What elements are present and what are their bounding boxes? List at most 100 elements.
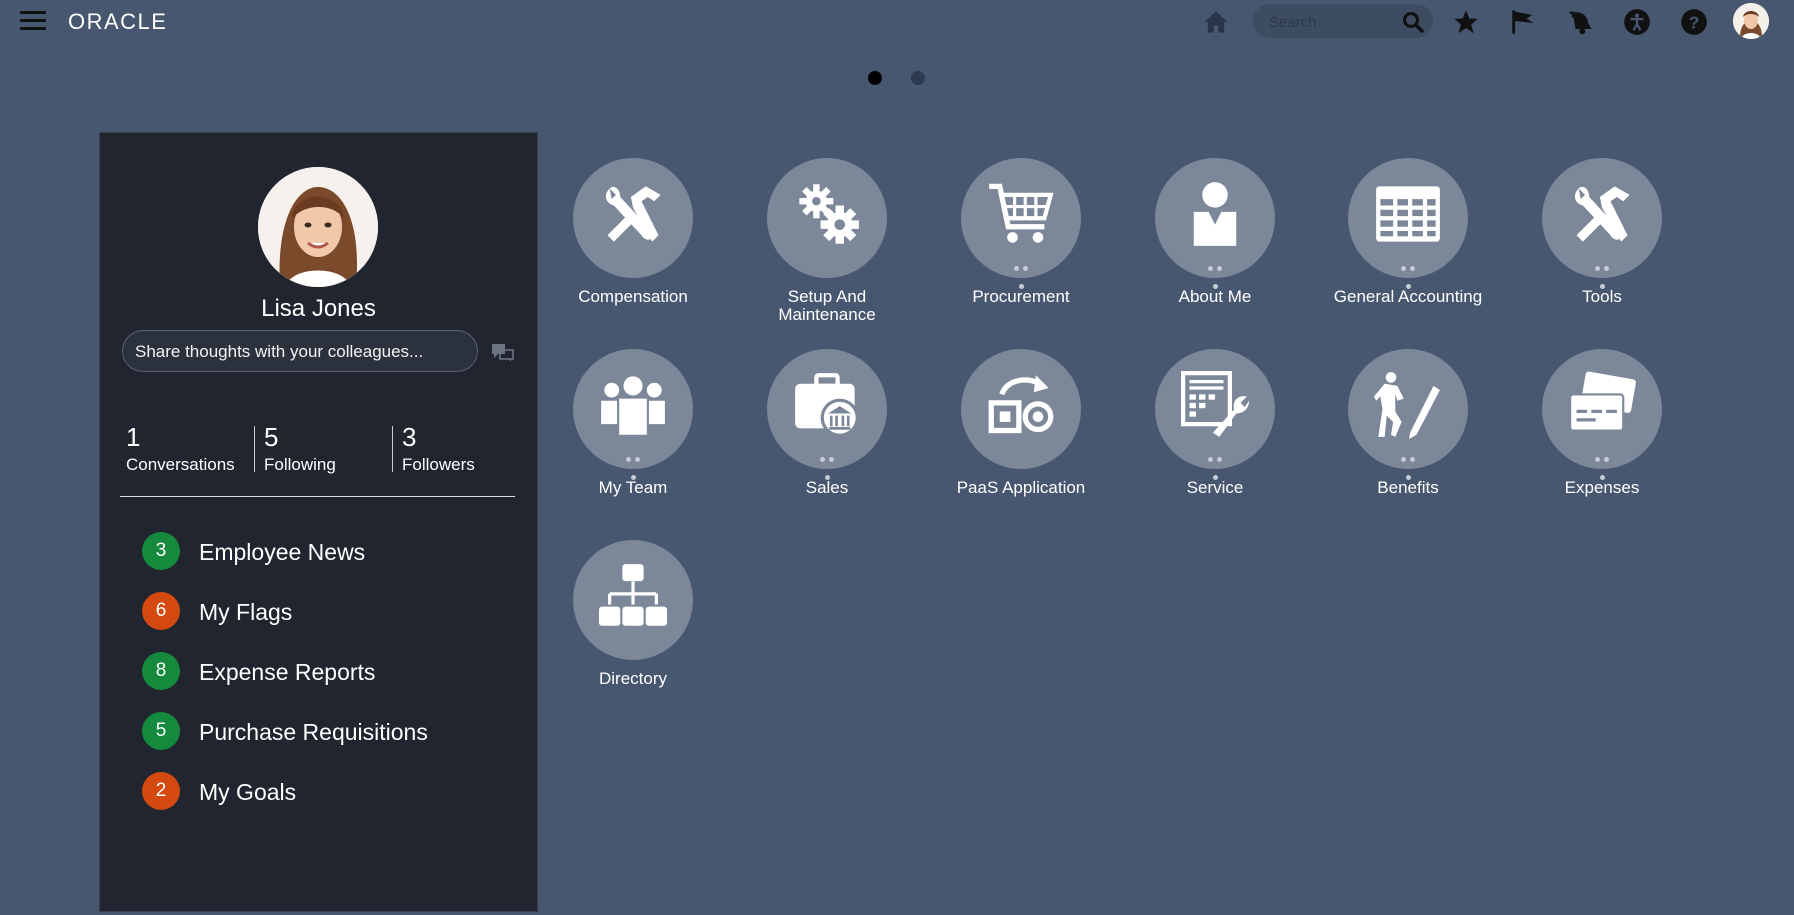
star-icon[interactable] [1452,8,1480,36]
app-label: PaaS Application [956,478,1086,497]
stat-label: Followers [402,455,475,474]
tools-icon [605,186,661,242]
app-circle [1155,158,1275,289]
count-badge: 5 [142,712,180,750]
page-dot-2[interactable] [911,71,925,85]
app-tile-service[interactable]: Service [1120,349,1310,497]
search-icon[interactable] [1401,10,1425,34]
app-circle [961,349,1081,469]
conversation-icon[interactable] [491,343,515,363]
app-tile-my-team[interactable]: My Team [538,349,728,497]
stat-value: 3 [402,422,417,452]
gears-icon [799,184,859,244]
app-tile-tools[interactable]: Tools [1507,158,1697,306]
app-label: Service [1186,478,1244,497]
oracle-logo[interactable]: ORACLE [68,9,167,35]
more-dots [1589,258,1615,289]
news-label: Expense Reports [199,659,376,685]
profile-photo[interactable] [258,167,378,287]
app-circle [767,349,887,480]
bell-icon[interactable] [1566,8,1594,36]
more-dots [1395,258,1421,289]
app-label: My Team [598,478,668,497]
app-label: Compensation [578,287,688,306]
app-tile-general-accounting[interactable]: General Accounting [1313,158,1503,306]
app-label: About Me [1178,287,1252,306]
app-label: Benefits [1377,478,1439,497]
more-dots [1202,258,1228,289]
briefcase-bank-icon [795,373,859,437]
app-tile-setup-and-maintenance[interactable]: Setup And Maintenance [732,158,922,324]
cards-icon [1569,371,1636,432]
app-tile-expenses[interactable]: Expenses [1507,349,1697,497]
team-icon [601,376,665,435]
flag-icon[interactable] [1509,8,1537,36]
share-box [122,330,478,372]
app-tile-sales[interactable]: Sales [732,349,922,497]
divider [120,496,515,497]
app-tile-about-me[interactable]: About Me [1120,158,1310,306]
app-circle [1348,349,1468,480]
more-dots [1202,449,1228,480]
menu-icon[interactable] [20,11,46,31]
stat-conversations[interactable]: 1 Conversations [126,423,235,475]
more-dots [620,449,646,480]
app-label: Directory [598,669,667,688]
app-circle [573,349,693,480]
share-thoughts-input[interactable] [133,340,467,364]
app-label: Tools [1582,287,1622,306]
search-input[interactable] [1267,10,1391,34]
news-label: My Flags [199,599,293,625]
page-dot-1[interactable] [868,71,882,85]
accessibility-icon[interactable] [1623,8,1651,36]
paas-icon [988,375,1054,434]
app-label: Sales [805,478,849,497]
stat-value: 5 [264,422,279,452]
app-circle [1155,349,1275,480]
app-tile-compensation[interactable]: Compensation [538,158,728,306]
news-label: Employee News [199,539,366,565]
stat-following[interactable]: 5 Following [264,423,336,475]
app-tile-directory[interactable]: Directory [538,540,728,688]
stat-value: 1 [126,422,141,452]
count-badge: 2 [142,772,180,810]
stat-followers[interactable]: 3 Followers [402,423,475,475]
person-icon [1193,182,1237,246]
app-circle [573,158,693,278]
stat-label: Following [264,455,336,474]
stat-divider [254,426,255,472]
count-badge: 3 [142,532,180,570]
count-badge: 8 [142,652,180,690]
profile-name: Lisa Jones [261,295,376,322]
app-circle [573,540,693,660]
app-tile-procurement[interactable]: Procurement [926,158,1116,306]
cart-icon [989,183,1054,243]
app-circle [961,158,1081,289]
more-dots [1008,258,1034,289]
service-icon [1181,371,1249,437]
home-icon[interactable] [1202,8,1230,36]
org-chart-icon [599,564,667,626]
search-box [1253,4,1433,38]
app-label: General Accounting [1333,287,1483,306]
app-label: Setup And Maintenance [778,287,876,324]
tools-icon [1574,186,1630,242]
app-tile-paas-application[interactable]: PaaS Application [926,349,1116,497]
user-avatar[interactable] [1733,3,1769,39]
stat-label: Conversations [126,455,235,474]
svg-text:?: ? [1689,12,1700,32]
ledger-icon [1376,186,1440,242]
more-dots [814,449,840,480]
top-bar: ORACLE ? [0,0,1794,44]
app-circle [1542,158,1662,289]
app-tile-benefits[interactable]: Benefits [1313,349,1503,497]
app-label: Expenses [1564,478,1640,497]
app-circle [767,158,887,278]
stat-divider [392,426,393,472]
news-label: My Goals [199,779,297,805]
more-dots [1395,449,1421,480]
news-label: Purchase Requisitions [199,719,428,745]
help-icon[interactable]: ? [1680,8,1708,36]
count-badge: 6 [142,592,180,630]
app-label: Procurement [972,287,1070,306]
